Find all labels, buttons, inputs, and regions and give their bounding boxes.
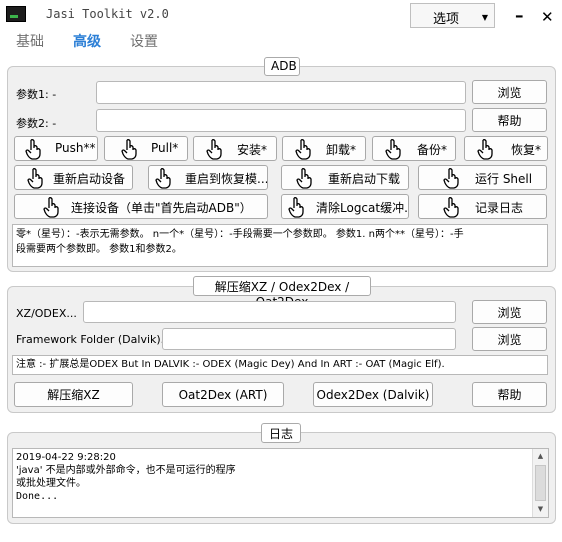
hand-pointer-icon [155,168,171,189]
adb-note-line1: 零*（星号）：-表示无需参数。 n一个*（星号）：-手段需要一个参数即。 参数1… [16,229,464,240]
hand-pointer-icon [443,197,459,218]
hand-pointer-icon [121,139,137,160]
options-label: 选项 [433,12,460,27]
scroll-down-icon[interactable]: ▼ [533,502,548,517]
xz-odex-label: XZ/ODEX... [16,307,77,320]
param1-label: 参数1: - [16,88,57,101]
log-line: Done... [16,491,59,502]
run-shell-button[interactable]: 运行 Shell [418,165,547,190]
reboot-download-button[interactable]: 重新启动下载 [281,165,409,190]
log-line: 2019-04-22 9:28:20 [16,452,116,463]
run-shell-label: 运行 Shell [475,172,533,186]
log-text: 2019-04-22 9:28:20 'java' 不是内部或外部命令，也不是可… [16,451,236,503]
tab-basic[interactable]: 基础 [16,31,44,51]
xz-browse-button[interactable]: 浏览 [472,300,547,324]
record-log-button[interactable]: 记录日志 [418,194,547,219]
framework-folder-input[interactable] [162,328,456,350]
record-log-label: 记录日志 [475,201,524,215]
restore-button[interactable]: 恢复* [464,136,548,161]
decompress-note: 注意 :- 扩展总是ODEX But In DALVIK :- ODEX (Ma… [12,355,548,375]
framework-browse-button[interactable]: 浏览 [472,327,547,351]
adb-note: 零*（星号）：-表示无需参数。 n一个*（星号）：-手段需要一个参数即。 参数1… [12,224,548,267]
reboot-device-button[interactable]: 重新启动设备 [14,165,133,190]
restore-label: 恢复* [511,143,542,157]
install-button[interactable]: 安装* [193,136,277,161]
browse-button[interactable]: 浏览 [472,80,547,104]
pull-label: Pull* [151,141,179,155]
minimize-button[interactable]: – [515,6,524,26]
clear-logcat-label: 清除Logcat缓冲... [316,201,408,215]
param2-input[interactable] [96,109,466,132]
hand-pointer-icon [288,197,304,218]
push-button[interactable]: Push** [14,136,98,161]
push-label: Push** [55,141,96,155]
reboot-recovery-button[interactable]: 重启到恢复模... [148,165,268,190]
hand-pointer-icon [206,139,222,160]
uninstall-button[interactable]: 卸载* [282,136,366,161]
pull-button[interactable]: Pull* [104,136,188,161]
hand-pointer-icon [43,197,59,218]
adb-legend: ADB [264,57,300,76]
hand-pointer-icon [295,139,311,160]
chevron-down-icon: ▼ [481,13,488,22]
oat2dex-button[interactable]: Oat2Dex (ART) [162,382,284,407]
hand-pointer-icon [477,139,493,160]
help-button[interactable]: 帮助 [472,108,547,132]
app-icon [6,6,26,22]
decompress-xz-button[interactable]: 解压缩XZ [14,382,133,407]
install-label: 安装* [237,143,268,157]
connect-device-button[interactable]: 连接设备（单击"首先启动ADB"） [14,194,268,219]
close-button[interactable]: ✕ [541,8,554,26]
hand-pointer-icon [296,168,312,189]
param2-label: 参数2: - [16,117,57,130]
uninstall-label: 卸载* [326,143,357,157]
window-title: Jasi Toolkit v2.0 [46,7,169,21]
adb-note-line2: 段需要两个参数即。 参数1和参数2。 [16,244,182,255]
log-output[interactable]: 2019-04-22 9:28:20 'java' 不是内部或外部命令，也不是可… [12,448,549,518]
hand-pointer-icon [385,139,401,160]
xz-odex-input[interactable] [83,301,456,323]
scroll-up-icon[interactable]: ▲ [533,449,548,464]
options-dropdown[interactable]: 选项 ▼ [410,3,495,28]
backup-button[interactable]: 备份* [372,136,456,161]
tab-advanced[interactable]: 高级 [73,31,101,51]
framework-folder-label: Framework Folder (Dalvik)... [16,333,172,346]
reboot-recovery-label: 重启到恢复模... [185,172,267,186]
connect-device-label: 连接设备（单击"首先启动ADB"） [71,201,252,215]
log-line: 或批处理文件。 [16,478,86,489]
reboot-device-label: 重新启动设备 [53,172,126,186]
clear-logcat-button[interactable]: 清除Logcat缓冲... [281,194,409,219]
tab-settings[interactable]: 设置 [130,31,158,51]
hand-pointer-icon [443,168,459,189]
decompress-legend: 解压缩XZ / Odex2Dex / Oat2Dex [193,276,371,309]
hand-pointer-icon [25,139,41,160]
log-line: 'java' 不是内部或外部命令，也不是可运行的程序 [16,465,236,476]
backup-label: 备份* [417,143,448,157]
log-scrollbar[interactable]: ▲ ▼ [532,449,548,517]
odex2dex-button[interactable]: Odex2Dex (Dalvik) [313,382,433,407]
reboot-download-label: 重新启动下载 [328,172,401,186]
param1-input[interactable] [96,81,466,104]
hand-pointer-icon [27,168,43,189]
scroll-thumb[interactable] [535,465,546,501]
decompress-help-button[interactable]: 帮助 [472,382,547,407]
log-legend: 日志 [261,423,301,443]
